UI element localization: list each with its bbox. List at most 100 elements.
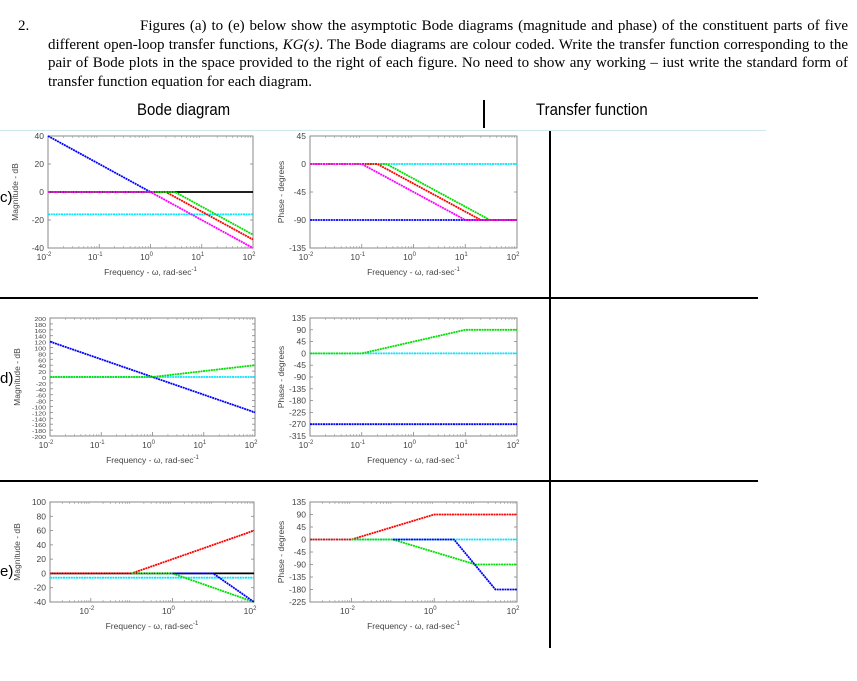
y-tick-label: -60 xyxy=(36,393,47,399)
chart-d-phase: 10-2 10-1 100 101 102-315-270-225-180-135-90… xyxy=(276,313,520,465)
x-tick-exponent: 1 xyxy=(201,252,205,258)
y-tick-label: 90 xyxy=(297,325,307,335)
x-axis-label-exponent: -1 xyxy=(455,267,461,273)
y-tick-label: 0 xyxy=(39,187,44,197)
x-tick-exponent: 0 xyxy=(413,252,417,258)
y-tick-label: -90 xyxy=(294,372,307,382)
chart-c-phase: 10-2 10-1 100 101 102-135-90-45045Frequency … xyxy=(276,131,520,277)
x-tick-exponent: 0 xyxy=(413,440,417,446)
y-tick-label: 20 xyxy=(37,554,47,564)
x-tick-exponent: -2 xyxy=(46,252,52,258)
x-tick-exponent: -2 xyxy=(308,252,314,258)
x-tick-label: 10-2 xyxy=(299,440,314,450)
x-tick-label: 10-2 xyxy=(299,252,314,262)
x-tick-label: 102 xyxy=(507,606,520,616)
y-tick-label: 120 xyxy=(34,340,46,346)
answer-cell-e[interactable] xyxy=(552,484,752,644)
x-tick-label: 100 xyxy=(403,440,416,450)
y-tick-label: 140 xyxy=(34,334,46,340)
plot-frame xyxy=(49,501,255,603)
x-tick-exponent: 2 xyxy=(516,440,520,446)
x-tick-label: 101 xyxy=(191,252,204,262)
x-tick-label: 10-1 xyxy=(350,252,365,262)
y-tick-label: -315 xyxy=(289,431,306,441)
y-tick-label: -45 xyxy=(294,547,307,557)
y-tick-label: -90 xyxy=(294,215,307,225)
x-tick-label: 100 xyxy=(424,606,437,616)
x-axis-label: Frequency - ω, rad-sec-1 xyxy=(367,267,460,277)
y-tick-label: -200 xyxy=(32,435,47,441)
y-tick-label: -135 xyxy=(289,243,306,253)
answer-cell-d[interactable] xyxy=(552,300,752,478)
y-tick-label: -180 xyxy=(289,585,306,595)
x-tick-exponent: 2 xyxy=(253,606,257,612)
y-tick-label: 0 xyxy=(301,348,306,358)
y-tick-label: 60 xyxy=(37,526,47,536)
x-axis-label: Frequency - ω, rad-sec-1 xyxy=(367,455,460,465)
answer-cell-c[interactable] xyxy=(552,135,752,295)
y-tick-label: 135 xyxy=(292,497,306,507)
y-tick-label: -80 xyxy=(36,399,47,405)
y-tick-label: -20 xyxy=(36,381,47,387)
y-tick-label: -180 xyxy=(32,429,47,435)
x-tick-label: 100 xyxy=(140,252,153,262)
y-tick-label: -40 xyxy=(36,387,47,393)
y-tick-label: -160 xyxy=(32,423,47,429)
x-tick-label: 10-1 xyxy=(90,440,105,450)
x-tick-exponent: 1 xyxy=(464,252,468,258)
x-tick-exponent: 1 xyxy=(464,440,468,446)
y-tick-label: -45 xyxy=(294,360,307,370)
x-axis-label-exponent: -1 xyxy=(455,621,461,627)
y-axis-label: Magnitude - dB xyxy=(10,163,20,221)
x-tick-exponent: 1 xyxy=(203,440,207,446)
y-axis-label: Phase - degrees xyxy=(276,346,286,408)
x-tick-exponent: -1 xyxy=(360,440,366,446)
plot-frame xyxy=(309,317,518,437)
x-tick-exponent: -2 xyxy=(48,440,54,446)
y-tick-label: 40 xyxy=(37,540,47,550)
y-tick-label: 100 xyxy=(32,497,46,507)
x-tick-label: 10-2 xyxy=(37,252,52,262)
x-tick-label: 102 xyxy=(507,440,520,450)
question-number: 2. xyxy=(18,18,30,34)
y-tick-label: -45 xyxy=(294,187,307,197)
x-tick-label: 10-2 xyxy=(39,440,54,450)
x-tick-label: 102 xyxy=(245,440,258,450)
y-tick-label: 20 xyxy=(38,370,46,376)
y-tick-label: -90 xyxy=(294,560,307,570)
row-divider xyxy=(0,480,758,482)
y-tick-label: -225 xyxy=(289,597,306,607)
x-tick-exponent: 2 xyxy=(516,252,520,258)
x-tick-exponent: -1 xyxy=(99,440,105,446)
x-tick-exponent: -2 xyxy=(308,440,314,446)
x-tick-label: 101 xyxy=(455,252,468,262)
y-tick-label: 40 xyxy=(35,131,45,141)
bode-diagram-header: Bode diagram xyxy=(137,100,231,119)
x-axis-label-exponent: -1 xyxy=(194,455,200,461)
y-axis-label: Magnitude - dB xyxy=(12,348,22,406)
x-tick-exponent: 2 xyxy=(254,440,258,446)
x-tick-label: 10-2 xyxy=(79,606,94,616)
x-tick-exponent: 2 xyxy=(252,252,256,258)
x-tick-exponent: 0 xyxy=(433,606,437,612)
y-tick-label: 60 xyxy=(38,358,46,364)
y-tick-label: -140 xyxy=(32,417,47,423)
y-tick-label: 0 xyxy=(42,376,46,382)
chart-e-magnitude: 10-2 100 102-40-20020406080100Frequency - … xyxy=(12,497,257,631)
y-tick-label: -270 xyxy=(289,419,306,429)
y-tick-label: 135 xyxy=(292,313,306,323)
y-tick-label: -40 xyxy=(32,243,45,253)
row-divider xyxy=(0,297,758,299)
y-tick-label: -180 xyxy=(289,396,306,406)
y-tick-label: 80 xyxy=(38,352,46,358)
y-tick-label: 0 xyxy=(41,568,46,578)
y-tick-label: 45 xyxy=(297,337,307,347)
plot-frame xyxy=(309,501,518,603)
x-tick-exponent: 0 xyxy=(152,440,156,446)
y-tick-label: -20 xyxy=(32,215,45,225)
chart-e-phase: 10-2 100 102 -225 -180 -135 -90 -45 0 45 90 135 Freq… xyxy=(276,497,520,631)
y-tick-label: 0 xyxy=(301,535,306,545)
math-kgs: KG(s) xyxy=(282,36,320,53)
y-tick-label: 45 xyxy=(297,522,307,532)
header-divider xyxy=(483,100,485,128)
